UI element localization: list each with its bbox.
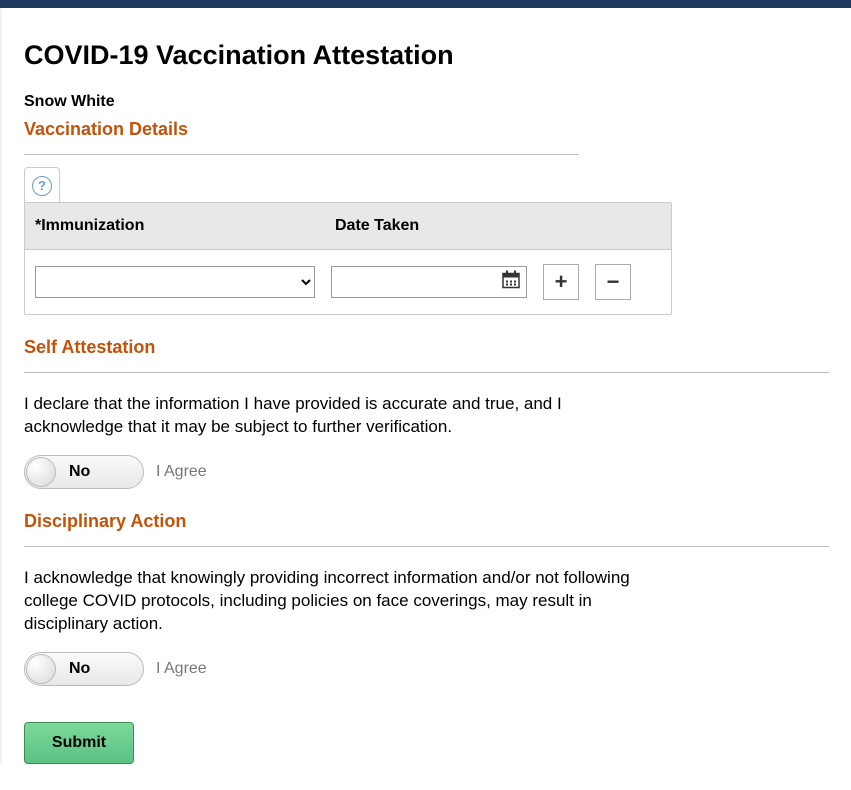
- toggle-ext-label: I Agree: [156, 660, 207, 678]
- table-row: + −: [25, 250, 671, 314]
- divider: [24, 372, 829, 373]
- toggle-value: No: [69, 463, 90, 481]
- toggle-ext-label: I Agree: [156, 463, 207, 481]
- self-attestation-toggle-row: No I Agree: [24, 455, 829, 489]
- user-name: Snow White: [24, 93, 829, 111]
- remove-row-button[interactable]: −: [595, 264, 631, 300]
- page-title: COVID-19 Vaccination Attestation: [24, 40, 829, 71]
- immunization-select[interactable]: [35, 266, 315, 298]
- disciplinary-toggle[interactable]: No: [24, 652, 144, 686]
- disciplinary-toggle-row: No I Agree: [24, 652, 829, 686]
- calendar-icon[interactable]: [501, 270, 521, 295]
- self-attestation-text: I declare that the information I have pr…: [24, 393, 664, 439]
- disciplinary-heading: Disciplinary Action: [24, 511, 829, 536]
- page-content: COVID-19 Vaccination Attestation Snow Wh…: [0, 8, 851, 764]
- divider: [24, 546, 829, 547]
- toggle-knob: [26, 457, 56, 487]
- toggle-value: No: [69, 660, 90, 678]
- toggle-knob: [26, 654, 56, 684]
- plus-icon: +: [555, 269, 568, 295]
- minus-icon: −: [607, 269, 620, 295]
- date-field-wrap: [331, 266, 527, 298]
- top-bar: [0, 0, 851, 8]
- add-row-button[interactable]: +: [543, 264, 579, 300]
- disciplinary-text: I acknowledge that knowingly providing i…: [24, 567, 664, 636]
- self-attestation-toggle[interactable]: No: [24, 455, 144, 489]
- col-date-taken: Date Taken: [335, 217, 419, 235]
- self-attestation-section: Self Attestation I declare that the info…: [24, 337, 829, 489]
- disciplinary-section: Disciplinary Action I acknowledge that k…: [24, 511, 829, 686]
- submit-button[interactable]: Submit: [24, 722, 134, 764]
- vaccination-heading: Vaccination Details: [24, 119, 829, 144]
- date-taken-input[interactable]: [331, 266, 527, 298]
- help-button[interactable]: ?: [24, 167, 60, 203]
- col-immunization: *Immunization: [35, 217, 335, 235]
- help-icon: ?: [32, 176, 52, 196]
- divider: [24, 154, 579, 155]
- vaccination-section: Vaccination Details ? *Immunization Date…: [24, 119, 829, 315]
- table-header: *Immunization Date Taken: [25, 203, 671, 250]
- vaccination-table: *Immunization Date Taken: [24, 202, 672, 315]
- self-attestation-heading: Self Attestation: [24, 337, 829, 362]
